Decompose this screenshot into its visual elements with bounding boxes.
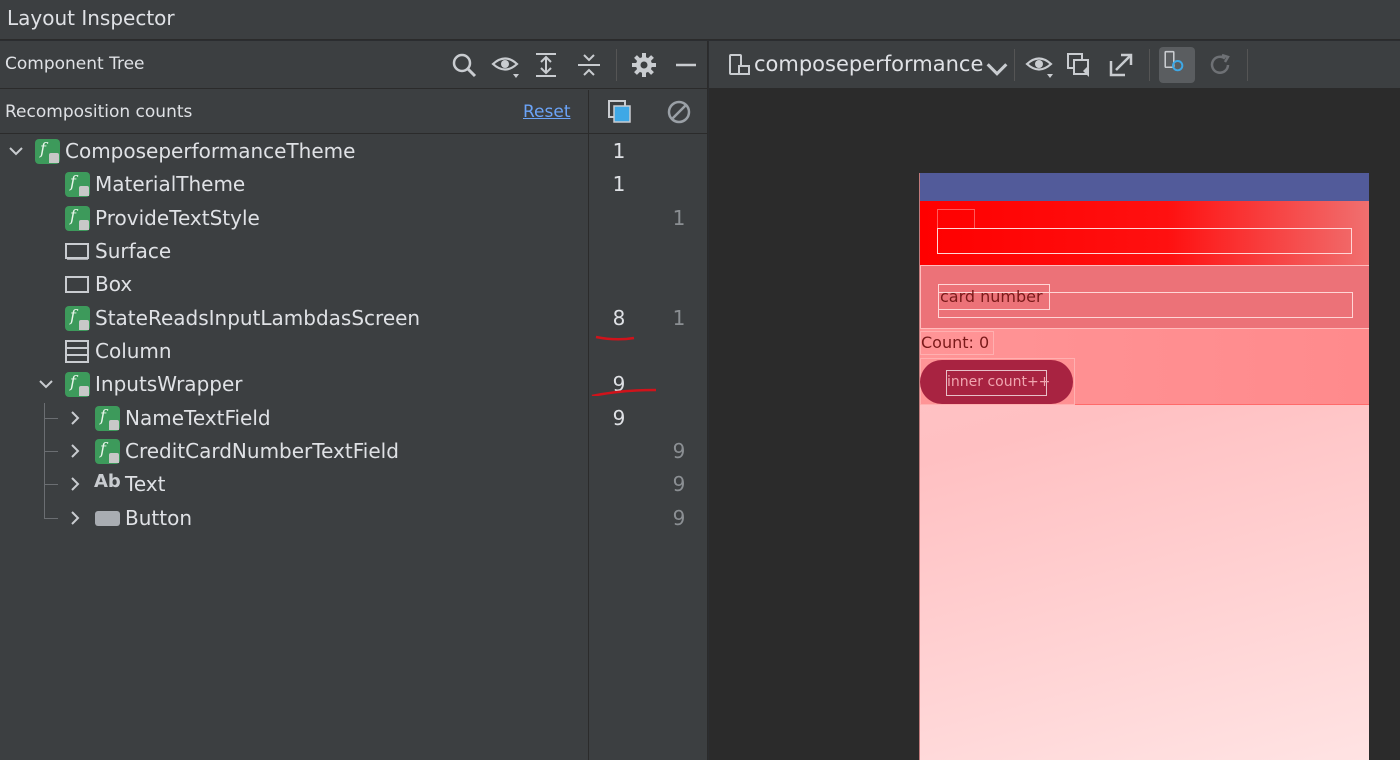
tree-row-surface[interactable]: Surface — [0, 235, 708, 268]
node-name: MaterialTheme — [95, 172, 246, 196]
collapse-all-icon[interactable] — [575, 51, 603, 79]
title-bar: Layout Inspector — [0, 0, 1400, 40]
preview-panel: composeperformance card number Count: 0 … — [709, 41, 1400, 760]
tree-row-button[interactable]: Button 9 — [0, 502, 708, 535]
refresh-icon[interactable] — [1206, 51, 1234, 79]
skip-count: 9 — [672, 506, 686, 530]
chevron-down-icon[interactable] — [37, 375, 55, 393]
button-icon — [95, 506, 120, 531]
layer-icon[interactable] — [1065, 51, 1093, 79]
inner-count-button[interactable]: inner count++ — [920, 360, 1073, 404]
annotation-underline — [591, 335, 657, 396]
tree-row-creditcardnumbertextfield[interactable]: f CreditCardNumberTextField 9 — [0, 435, 708, 468]
skip-count: 9 — [672, 439, 686, 463]
surface-icon — [65, 239, 90, 264]
compose-function-icon: f — [65, 306, 90, 331]
node-name: Button — [125, 506, 192, 530]
count-text: Count: 0 — [921, 333, 990, 352]
skip-count: 1 — [672, 306, 686, 330]
eye-icon[interactable] — [491, 51, 519, 79]
chevron-right-icon[interactable] — [66, 475, 84, 493]
compose-function-icon: f — [65, 172, 90, 197]
tree-row-materialtheme[interactable]: f MaterialTheme 1 — [0, 168, 708, 201]
toolbar-separator — [1247, 49, 1248, 81]
node-name: Surface — [95, 239, 172, 263]
chevron-right-icon[interactable] — [66, 409, 84, 427]
text-icon: Ab — [94, 471, 121, 492]
expand-all-icon[interactable] — [532, 51, 560, 79]
node-name: Column — [95, 339, 172, 363]
skip-count: 1 — [672, 206, 686, 230]
tree-row-composeperformancetheme[interactable]: f ComposeperformanceTheme 1 — [0, 135, 708, 168]
count-text-bounds: Count: 0 — [920, 331, 994, 355]
button-text-bounds: inner count++ — [946, 370, 1051, 396]
node-name: ProvideTextStyle — [95, 206, 260, 230]
chevron-right-icon[interactable] — [66, 442, 84, 460]
app-bar — [920, 173, 1369, 201]
eye-icon[interactable] — [1025, 51, 1053, 79]
compose-function-icon: f — [65, 372, 90, 397]
node-name: NameTextField — [125, 406, 271, 430]
tree-row-text[interactable]: Ab Text 9 — [0, 468, 708, 501]
card-number-label: card number — [940, 287, 1043, 306]
chevron-down-icon[interactable] — [7, 142, 25, 160]
reset-link[interactable]: Reset — [523, 102, 571, 122]
recomposition-count: 1 — [612, 172, 626, 196]
tree-row-nametextfield[interactable]: f NameTextField 9 — [0, 402, 708, 435]
skip-count: 9 — [672, 472, 686, 496]
label-bounds — [937, 209, 975, 229]
window-title: Layout Inspector — [7, 6, 175, 30]
node-name: StateReadsInputLambdasScreen — [95, 306, 421, 330]
chevron-right-icon[interactable] — [66, 509, 84, 527]
tree-row-box[interactable]: Box — [0, 268, 708, 301]
chevron-down-icon[interactable] — [983, 55, 1008, 76]
box-icon — [65, 272, 90, 297]
compose-function-icon: f — [95, 406, 120, 431]
device-icon[interactable] — [726, 51, 754, 79]
compose-function-icon: f — [35, 139, 60, 164]
export-icon[interactable] — [1107, 51, 1135, 79]
card-number-field-container[interactable]: card number — [920, 265, 1369, 329]
tree-row-providetextstyle[interactable]: f ProvideTextStyle 1 — [0, 202, 708, 235]
node-name: InputsWrapper — [95, 372, 243, 396]
toolbar-separator — [616, 49, 617, 81]
compose-function-icon: f — [65, 206, 90, 231]
column-icon — [65, 339, 90, 364]
node-name: Box — [95, 272, 133, 296]
node-name: ComposeperformanceTheme — [65, 139, 356, 163]
device-preview[interactable]: card number Count: 0 inner count++ — [919, 173, 1369, 760]
node-name: Text — [125, 472, 166, 496]
recomposition-count: 1 — [612, 139, 626, 163]
card-label-bounds: card number — [938, 284, 1050, 310]
recomposition-count: 9 — [612, 406, 626, 430]
component-tree-panel: Component Tree Recomposition counts Rese… — [0, 41, 708, 760]
toolbar-separator — [1014, 49, 1015, 81]
toolbar-separator — [1149, 49, 1150, 81]
preview-toolbar: composeperformance — [709, 41, 1400, 89]
name-input-bounds[interactable] — [937, 228, 1352, 254]
component-tree-title: Component Tree — [5, 54, 145, 74]
recomposition-count-icon — [606, 98, 634, 126]
node-name: CreditCardNumberTextField — [125, 439, 399, 463]
recomposition-header: Recomposition counts Reset — [0, 90, 707, 134]
compose-function-icon: f — [95, 439, 120, 464]
recomposition-label: Recomposition counts — [5, 102, 193, 122]
search-icon[interactable] — [450, 51, 478, 79]
settings-icon[interactable] — [630, 51, 658, 79]
button-label: inner count++ — [947, 374, 1051, 390]
minimize-icon[interactable] — [672, 51, 700, 79]
component-tree-toolbar: Component Tree — [0, 41, 707, 89]
process-selector[interactable]: composeperformance — [754, 52, 983, 76]
live-update-icon[interactable] — [1159, 47, 1195, 83]
skip-count-icon — [665, 98, 693, 126]
name-text-field-container[interactable] — [920, 201, 1369, 265]
